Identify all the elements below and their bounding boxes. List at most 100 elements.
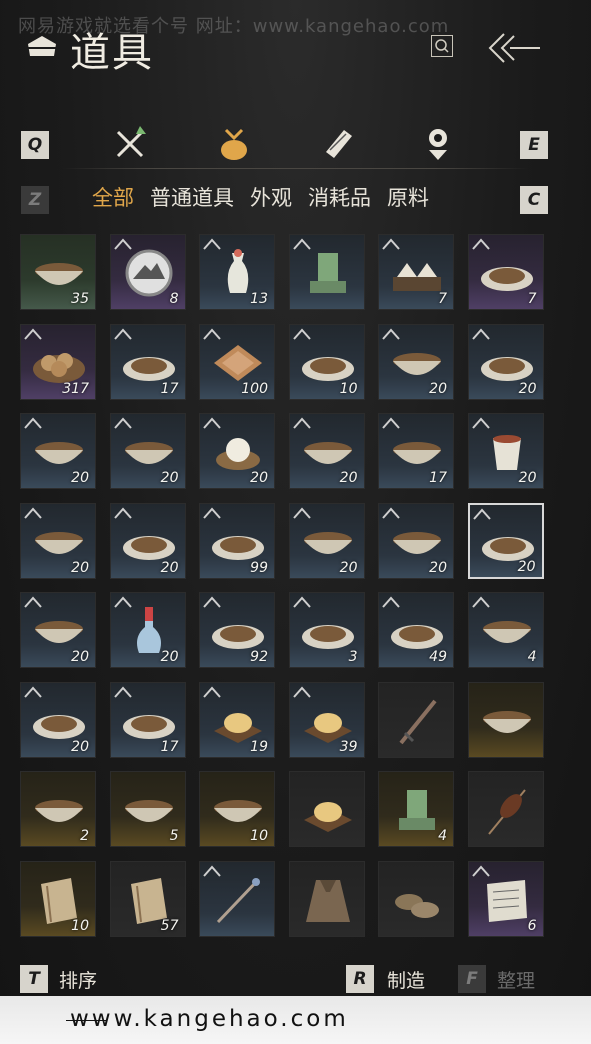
inventory-slot-paper-scroll[interactable]: 57 [109,860,186,937]
inventory-slot-fried-balls[interactable]: 17 [109,681,186,758]
item-quantity: 7 [438,291,447,307]
inventory-slot-greens-soup[interactable]: 20 [20,413,96,489]
inventory-slot-wine-cup[interactable]: 20 [467,413,544,489]
subtab-bar: 全部 普通道具 外观 消耗品 原料 [92,182,445,212]
inventory-slot-herb-dish[interactable]: 3 [288,592,365,668]
inventory-slot-fish-plate[interactable]: 20 [467,323,544,400]
inventory-slot-flatbread[interactable]: 10 [288,323,365,400]
sort-key[interactable]: T [20,965,48,993]
inventory-slot-bronze-seal[interactable]: 4 [378,771,454,847]
prev-subtab-key[interactable]: Z [21,186,49,214]
inventory-slot-blue-rim-bowl[interactable]: 10 [199,771,275,847]
medal-icon[interactable] [418,124,458,164]
subtab-3[interactable]: 消耗品 [308,182,371,212]
inventory-slot-sliced-meat[interactable]: 17 [109,323,186,400]
subtab-1[interactable]: 普通道具 [150,182,234,212]
item-quantity: 20 [71,470,89,486]
inventory-slot-wooden-slips[interactable]: 10 [20,860,96,937]
inventory-slot-painted-bowl[interactable]: 5 [109,771,186,847]
inventory-slot-broth[interactable]: 20 [378,502,454,579]
item-quantity: 20 [71,649,89,665]
craft-button[interactable]: 制造 [387,966,425,993]
category-divider [62,168,529,169]
inventory-slot-straw-shoes[interactable] [378,860,454,937]
inventory-slot-layered-cake[interactable]: 100 [199,323,275,400]
search-button[interactable] [431,35,453,57]
inventory-slot-floral-bowl[interactable]: 2 [20,771,96,847]
inventory-slot-peach-buns[interactable]: 39 [288,681,365,758]
inventory-slot-white-bowl[interactable] [467,681,544,758]
item-quantity: 2 [80,828,89,844]
inventory-slot-spicy-dish[interactable]: 4 [467,592,544,668]
inventory-slot-stew-bowl[interactable]: 20 [378,323,454,400]
inventory-slot-wooden-tray[interactable] [288,771,365,847]
item-quantity: 13 [250,291,268,307]
page-title: 道具 [70,30,154,76]
inventory-slot-porcelain-vase[interactable]: 13 [199,234,275,310]
subtab-0[interactable]: 全部 [92,182,134,212]
inventory-slot-porridge[interactable]: 20 [20,592,96,668]
spicy-dish-icon [482,621,531,643]
inventory-slot-hairpin[interactable] [199,860,275,937]
inventory-slot-braised-dish[interactable]: 35 [20,234,96,310]
next-subtab-key[interactable]: C [520,186,548,214]
inventory-slot-noodle-bowl[interactable]: 20 [288,413,365,489]
item-quantity: 4 [527,649,537,665]
inventory-slot-mushroom-dish[interactable]: 49 [378,592,454,668]
inventory-slot-wine-bottle[interactable]: 20 [109,592,186,668]
item-quantity: 20 [160,649,179,665]
inventory-slot-dumpling-soup[interactable]: 20 [109,413,186,489]
inventory-slot-dagger[interactable] [378,681,454,758]
item-quantity: 317 [62,380,89,397]
next-category-key[interactable]: E [520,131,548,159]
inventory-slot-skewer[interactable] [467,771,544,847]
inventory-slot-fried-pastry[interactable]: 7 [467,234,544,310]
item-quantity: 20 [71,559,89,576]
inventory-slot-rice-bowl[interactable]: 20 [20,502,96,579]
straw-cape-icon [305,879,350,922]
item-quantity: 17 [160,380,179,397]
inventory-slot-red-soup[interactable]: 17 [378,413,454,489]
herb-dish-icon [301,625,354,649]
prev-category-key[interactable]: Q [21,131,49,159]
item-quantity: 10 [71,917,89,934]
inventory-slot-vegetable-dish[interactable]: 92 [199,592,275,668]
inventory-slot-stir-fried-greens[interactable]: 20 [109,502,186,579]
item-quantity: 17 [429,470,447,486]
arrange-button: 整理 [497,970,536,992]
wooden-tray-icon [303,802,352,832]
sort-button[interactable]: 排序 [59,966,97,993]
item-quantity: 20 [517,558,536,575]
back-button[interactable] [486,30,542,66]
inventory-slot-baked-buns[interactable]: 317 [20,323,96,400]
inventory-slot-mountain-token[interactable]: 8 [109,234,186,310]
inventory-slot-steamed-bun[interactable]: 20 [199,413,275,489]
item-quantity: 10 [250,828,268,844]
pouch-icon[interactable] [214,124,254,164]
item-quantity: 20 [339,559,358,576]
crossed-swords-icon[interactable] [110,124,150,164]
craft-key[interactable]: R [346,965,374,993]
floral-bowl-icon [35,800,83,822]
inventory-slot-straw-cape[interactable] [288,860,365,937]
inventory-grid: 35 8 13 7 7 317 17 100 10 20 20 20 20 20 20 17 20 20 20 99 2… [20,234,544,937]
inventory-slot-cheese-tray[interactable]: 19 [199,681,275,758]
inventory-slot-rice-cakes[interactable]: 7 [378,234,454,310]
subtab-2[interactable]: 外观 [250,182,292,212]
letter-icon [486,879,527,922]
inventory-slot-jade-seal[interactable] [288,234,365,310]
inventory-slot-shrimp-soup[interactable]: 20 [288,502,365,579]
item-quantity: 20 [160,470,179,486]
painted-bowl-icon [124,800,173,822]
inventory-slot-letter[interactable]: 6 [467,860,544,937]
item-quantity: 20 [71,738,89,755]
item-quantity: 8 [169,291,179,307]
inventory-slot-dumplings[interactable]: 99 [199,502,275,579]
inventory-slot-pork-slices[interactable]: 20 [20,681,96,758]
item-quantity: 20 [518,470,537,486]
subtab-4[interactable]: 原料 [387,182,429,212]
inventory-slot-meat-platter[interactable]: 20 [467,502,544,579]
item-quantity: 7 [527,291,537,307]
item-quantity: 100 [241,380,268,397]
scroll-icon[interactable] [318,124,358,164]
